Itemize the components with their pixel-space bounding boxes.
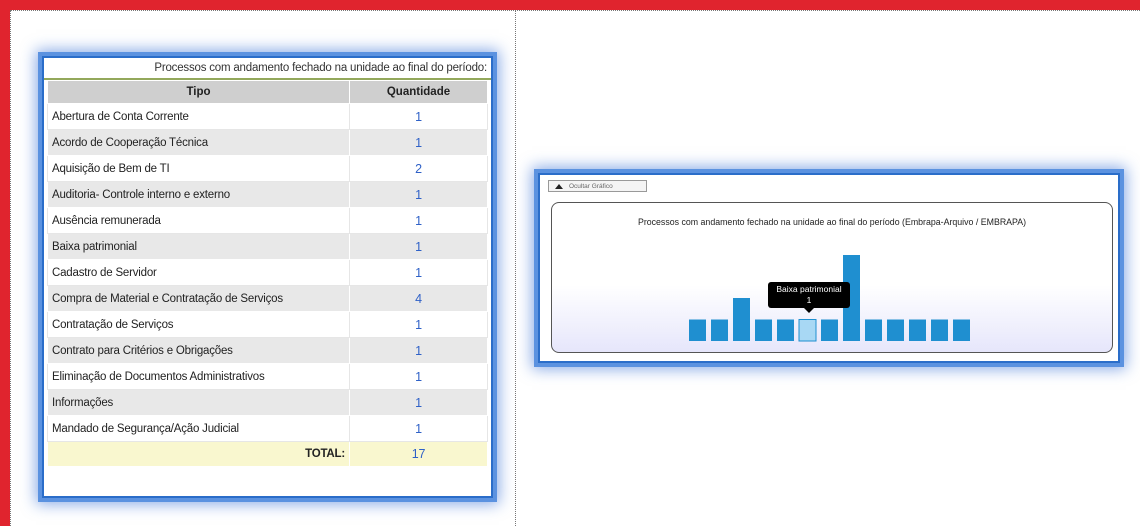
chart-bar[interactable] — [931, 319, 948, 342]
column-header-tipo[interactable]: Tipo — [47, 80, 350, 104]
row-quantidade-link[interactable]: 2 — [349, 155, 488, 182]
chart-bar[interactable] — [777, 319, 794, 342]
table-header-row: Tipo Quantidade — [47, 80, 488, 104]
row-tipo: Informações — [47, 389, 350, 416]
table-body: Abertura de Conta Corrente 1 Acordo de Coo… — [47, 103, 488, 442]
row-tipo: Abertura de Conta Corrente — [47, 103, 350, 130]
row-quantidade-link[interactable]: 1 — [349, 259, 488, 286]
row-tipo: Eliminação de Documentos Administrativos — [47, 363, 350, 390]
row-tipo: Acordo de Cooperação Técnica — [47, 129, 350, 156]
row-quantidade-link[interactable]: 1 — [349, 181, 488, 208]
table-row[interactable]: Abertura de Conta Corrente 1 — [47, 103, 488, 130]
process-table-panel: Processos com andamento fechado na unida… — [42, 56, 493, 498]
chart-bar[interactable] — [755, 319, 772, 342]
tooltip-label: Baixa patrimonial — [776, 284, 842, 294]
chart-bar[interactable] — [887, 319, 904, 342]
row-quantidade-link[interactable]: 1 — [349, 129, 488, 156]
chart-bar[interactable] — [865, 319, 882, 342]
column-header-quantidade[interactable]: Quantidade — [349, 80, 488, 104]
row-quantidade-link[interactable]: 1 — [349, 363, 488, 390]
chart-bar[interactable] — [733, 298, 750, 341]
row-tipo: Contratação de Serviços — [47, 311, 350, 338]
row-tipo: Auditoria- Controle interno e externo — [47, 181, 350, 208]
total-value: 17 — [349, 441, 488, 467]
row-quantidade-link[interactable]: 4 — [349, 285, 488, 312]
table-row[interactable]: Baixa patrimonial 1 — [47, 233, 488, 260]
hide-chart-label: Ocultar Gráfico — [569, 183, 613, 190]
row-quantidade-link[interactable]: 1 — [349, 311, 488, 338]
chart-panel: Ocultar Gráfico Processos com andamento … — [538, 173, 1120, 363]
chart-tooltip: Baixa patrimonial 1 — [768, 282, 850, 313]
row-quantidade-link[interactable]: 1 — [349, 389, 488, 416]
total-row: TOTAL: 17 — [47, 441, 488, 467]
table-row[interactable]: Informações 1 — [47, 389, 488, 416]
table-row[interactable]: Contratação de Serviços 1 — [47, 311, 488, 338]
row-quantidade-link[interactable]: 1 — [349, 415, 488, 442]
chart-bar[interactable] — [953, 319, 970, 342]
process-table: Tipo Quantidade Abertura de Conta Corren… — [47, 80, 488, 467]
triangle-up-icon — [555, 184, 563, 189]
table-row[interactable]: Cadastro de Servidor 1 — [47, 259, 488, 286]
chart-bar[interactable] — [689, 319, 706, 342]
chart-bar[interactable] — [821, 319, 838, 342]
row-tipo: Ausência remunerada — [47, 207, 350, 234]
row-quantidade-link[interactable]: 1 — [349, 337, 488, 364]
table-caption: Processos com andamento fechado na unida… — [44, 58, 491, 80]
hide-chart-button[interactable]: Ocultar Gráfico — [548, 180, 647, 192]
bar-chart — [689, 255, 970, 342]
table-row[interactable]: Aquisição de Bem de TI 2 — [47, 155, 488, 182]
table-row[interactable]: Ausência remunerada 1 — [47, 207, 488, 234]
row-tipo: Mandado de Segurança/Ação Judicial — [47, 415, 350, 442]
total-label: TOTAL: — [47, 441, 350, 467]
row-tipo: Cadastro de Servidor — [47, 259, 350, 286]
row-tipo: Contrato para Critérios e Obrigações — [47, 337, 350, 364]
table-row[interactable]: Acordo de Cooperação Técnica 1 — [47, 129, 488, 156]
table-row[interactable]: Auditoria- Controle interno e externo 1 — [47, 181, 488, 208]
row-tipo: Baixa patrimonial — [47, 233, 350, 260]
table-row[interactable]: Contrato para Critérios e Obrigações 1 — [47, 337, 488, 364]
table-row[interactable]: Mandado de Segurança/Ação Judicial 1 — [47, 415, 488, 442]
chart-area: Processos com andamento fechado na unida… — [551, 202, 1113, 353]
row-quantidade-link[interactable]: 1 — [349, 233, 488, 260]
table-row[interactable]: Compra de Material e Contratação de Serv… — [47, 285, 488, 312]
row-tipo: Aquisição de Bem de TI — [47, 155, 350, 182]
chart-bar[interactable] — [711, 319, 728, 342]
row-quantidade-link[interactable]: 1 — [349, 103, 488, 130]
chart-bar[interactable] — [798, 319, 817, 342]
row-quantidade-link[interactable]: 1 — [349, 207, 488, 234]
column-divider — [515, 11, 516, 526]
table-row[interactable]: Eliminação de Documentos Administrativos… — [47, 363, 488, 390]
chart-bar[interactable] — [909, 319, 926, 342]
row-tipo: Compra de Material e Contratação de Serv… — [47, 285, 350, 312]
tooltip-value: 1 — [806, 295, 812, 305]
